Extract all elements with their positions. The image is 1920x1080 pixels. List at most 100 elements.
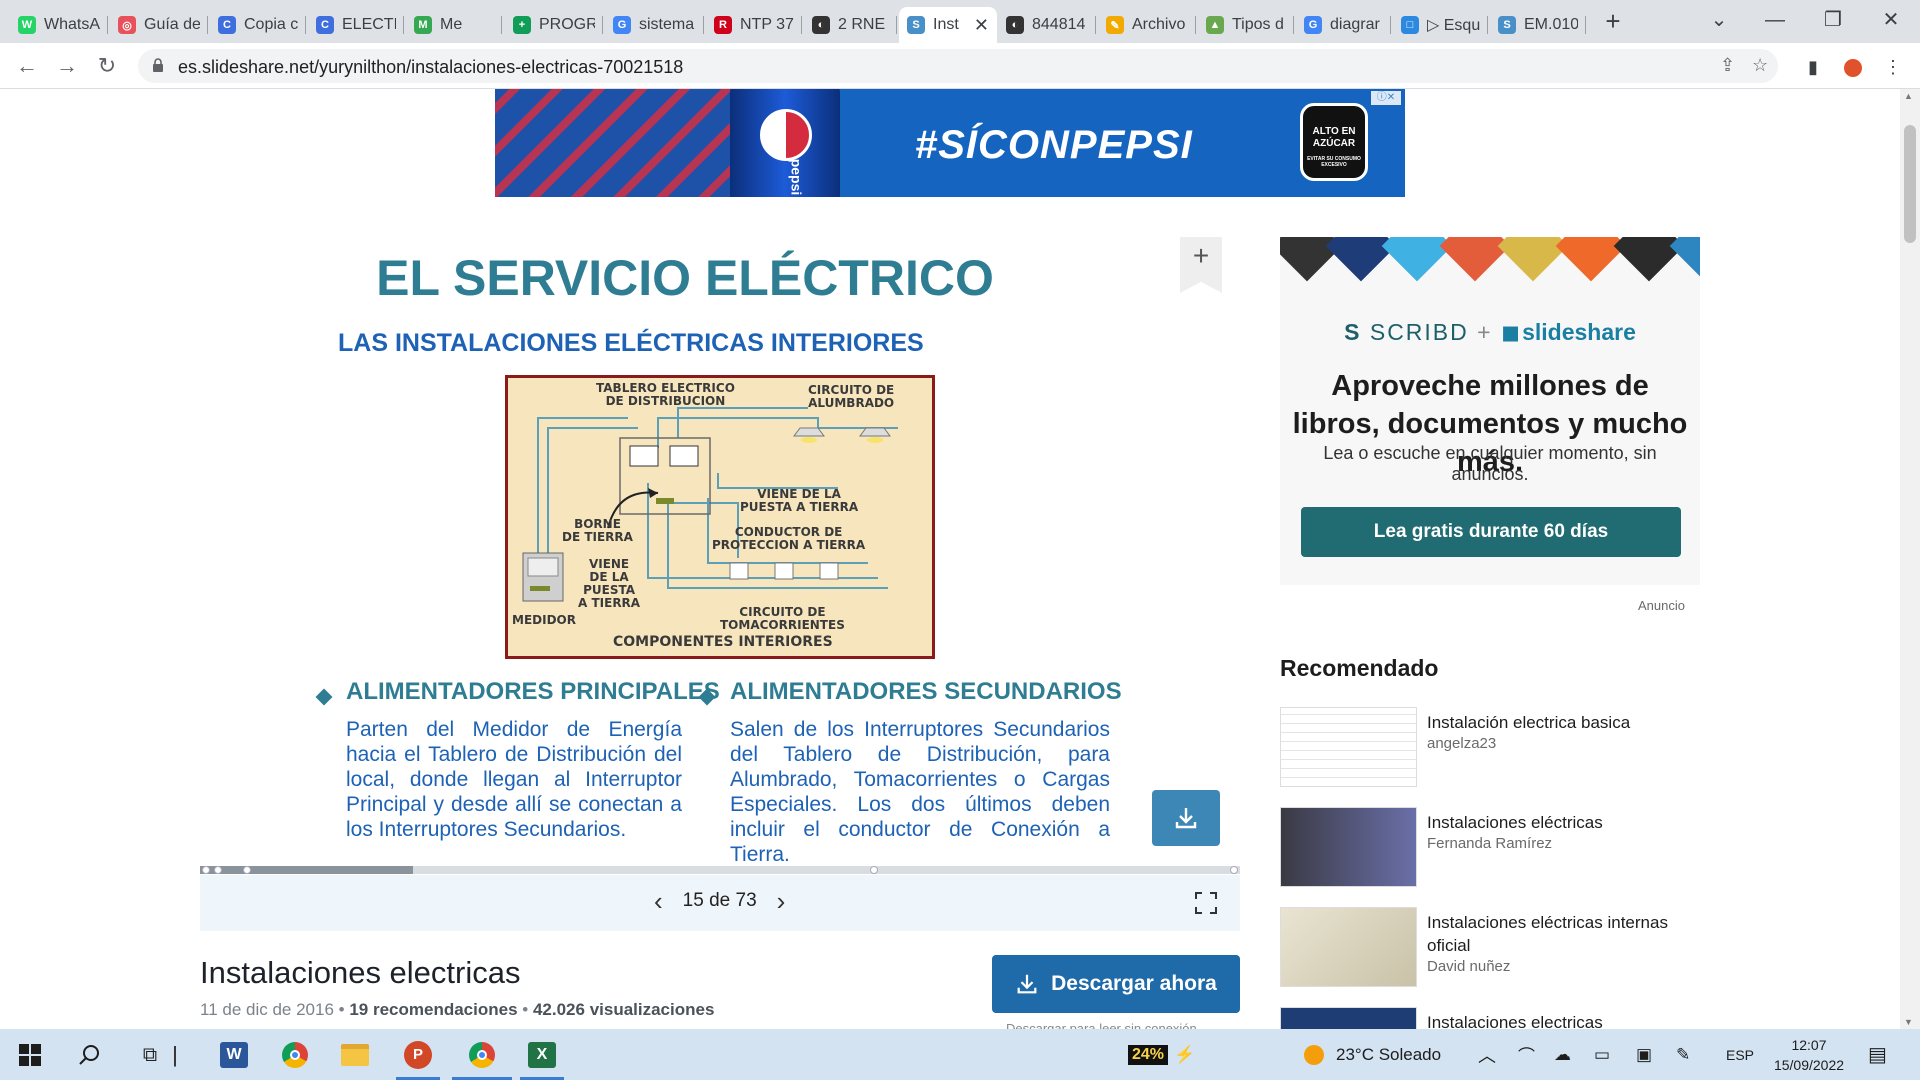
- slide-download-button[interactable]: [1152, 790, 1220, 846]
- show-hidden-icons-chevron-icon[interactable]: ︿: [1478, 1029, 1496, 1080]
- recommended-title[interactable]: Instalaciones eléctricas: [1427, 811, 1697, 834]
- slide-subtitle: LAS INSTALACIONES ELÉCTRICAS INTERIORES: [338, 329, 924, 357]
- browser-tab[interactable]: ◎ Guía de: [110, 7, 208, 43]
- ad-choices-icon[interactable]: ⓘ✕: [1371, 91, 1401, 105]
- share-icon[interactable]: ⇪: [1720, 55, 1735, 76]
- tab-favicon-icon: □: [1401, 16, 1419, 34]
- free-trial-button[interactable]: Lea gratis durante 60 días: [1301, 507, 1681, 557]
- new-tab-button[interactable]: +: [1598, 7, 1628, 37]
- address-bar[interactable]: es.slideshare.net/yurynilthon/instalacio…: [138, 49, 1778, 83]
- scrollbar-thumb[interactable]: [1904, 125, 1916, 243]
- recommended-title[interactable]: Instalaciones eléctricas internas oficia…: [1427, 911, 1697, 957]
- browser-tab[interactable]: R NTP 37: [706, 7, 802, 43]
- promo-brand: S SCRIBD + ◼slideshare: [1280, 319, 1700, 346]
- browser-tab[interactable]: M Me: [406, 7, 502, 43]
- next-page-chevron-icon[interactable]: ›: [777, 888, 786, 914]
- document-title: Instalaciones electricas: [200, 955, 521, 990]
- label-circuito-toma: CIRCUITO DE TOMACORRIENTES: [720, 605, 845, 632]
- word-app-icon[interactable]: W: [216, 1037, 252, 1073]
- notifications-icon[interactable]: ▤: [1868, 1029, 1887, 1080]
- battery-icon[interactable]: ▭: [1594, 1029, 1610, 1080]
- tab-title: NTP 37: [740, 16, 794, 33]
- forward-arrow-icon[interactable]: →: [52, 52, 82, 82]
- label-medidor: MEDIDOR: [512, 613, 576, 627]
- pen-icon[interactable]: ✎: [1676, 1029, 1690, 1080]
- browser-tab[interactable]: Gsistema: [605, 7, 704, 43]
- tab-separator: [403, 16, 404, 34]
- clock-date: 15/09/2022: [1773, 1057, 1845, 1073]
- search-icon[interactable]: [72, 1037, 108, 1073]
- page-indicator: 15 de 73: [682, 890, 757, 911]
- url-text[interactable]: es.slideshare.net/yurynilthon/instalacio…: [178, 57, 683, 78]
- recommended-item[interactable]: Instalaciones eléctricas internas oficia…: [1280, 907, 1700, 987]
- progress-marker: [202, 866, 210, 874]
- reload-icon[interactable]: ↻: [92, 52, 122, 82]
- weather-widget[interactable]: 23°C Soleado: [1304, 1029, 1441, 1080]
- excel-app-icon[interactable]: X: [524, 1037, 560, 1073]
- tab-favicon-icon: +: [513, 16, 531, 34]
- recommended-title[interactable]: Instalaciones electricas: [1427, 1011, 1697, 1029]
- browser-tab[interactable]: □ ▷ Esqu: [1393, 7, 1488, 43]
- recommended-thumbnail: [1280, 707, 1417, 787]
- windows-start-icon[interactable]: [12, 1037, 48, 1073]
- browser-tab[interactable]: ▲ Tipos d: [1198, 7, 1294, 43]
- recommended-thumbnail: [1280, 907, 1417, 987]
- system-clock[interactable]: 12:07 15/09/2022: [1772, 1035, 1846, 1075]
- back-arrow-icon[interactable]: ←: [12, 52, 42, 82]
- recommended-item[interactable]: Instalación electrica basica angelza23: [1280, 707, 1700, 787]
- chrome-app-icon[interactable]: [277, 1037, 313, 1073]
- browser-tab[interactable]: Gdiagrar: [1296, 7, 1391, 43]
- download-now-button[interactable]: Descargar ahora: [992, 955, 1240, 1013]
- chrome-active-app-icon[interactable]: [464, 1037, 500, 1073]
- page-scrollbar[interactable]: ▲ ▼: [1900, 89, 1920, 1029]
- browser-tab[interactable]: W WhatsA: [10, 7, 108, 43]
- battery-percent: 24%: [1128, 1044, 1169, 1065]
- ad-tagline: #SÍCONPEPSI: [915, 123, 1193, 167]
- tab-favicon-icon: ◎: [118, 16, 136, 34]
- tab-favicon-icon: S: [1498, 16, 1516, 34]
- tab-favicon-icon: S: [907, 16, 925, 34]
- battery-indicator[interactable]: 24% ⚡: [1128, 1029, 1195, 1080]
- tab-search-icon[interactable]: ⌄: [1694, 4, 1744, 36]
- recommended-item[interactable]: Instalaciones electricas: [1280, 1007, 1700, 1029]
- slide-progress-fill: [200, 866, 413, 874]
- restore-button[interactable]: ❐: [1808, 4, 1858, 36]
- onedrive-cloud-icon[interactable]: ☁: [1554, 1029, 1571, 1080]
- progress-marker: [1230, 866, 1238, 874]
- fullscreen-icon[interactable]: [1194, 891, 1218, 915]
- pepsi-ad-banner[interactable]: pepsi #SÍCONPEPSI ALTO EN AZÚCAR EVITAR …: [495, 89, 1405, 197]
- tab-title: Inst: [933, 16, 959, 33]
- tab-separator: [1293, 16, 1294, 34]
- prev-page-chevron-icon[interactable]: ‹: [654, 888, 663, 914]
- browser-tab[interactable]: C Copia c: [210, 7, 306, 43]
- browser-tab[interactable]: S Inst ✕: [899, 7, 997, 43]
- col1-heading: ALIMENTADORES PRINCIPALES: [346, 678, 720, 705]
- language-indicator[interactable]: ESP: [1726, 1029, 1754, 1080]
- page-content: pepsi #SÍCONPEPSI ALTO EN AZÚCAR EVITAR …: [0, 89, 1900, 1029]
- file-explorer-icon[interactable]: [337, 1037, 373, 1073]
- close-window-button[interactable]: ✕: [1866, 4, 1916, 36]
- browser-tab[interactable]: + PROGR: [505, 7, 603, 43]
- minimize-button[interactable]: —: [1750, 4, 1800, 36]
- browser-tab[interactable]: ◐ 844814: [998, 7, 1096, 43]
- scroll-up-arrow-icon[interactable]: ▲: [1904, 91, 1913, 101]
- task-view-icon[interactable]: ⧉: [132, 1037, 168, 1073]
- browser-tab[interactable]: ◐ 2 RNE I: [804, 7, 897, 43]
- menu-kebab-icon[interactable]: ⋮: [1878, 52, 1908, 82]
- browser-tab[interactable]: C ELECTR: [308, 7, 404, 43]
- profile-avatar[interactable]: [1838, 52, 1868, 82]
- browser-tab[interactable]: ✎ Archivo: [1098, 7, 1196, 43]
- scroll-down-arrow-icon[interactable]: ▼: [1904, 1017, 1913, 1027]
- bookmark-star-icon[interactable]: ☆: [1752, 55, 1768, 76]
- powerpoint-app-icon[interactable]: P: [400, 1037, 436, 1073]
- warning-text: ALTO EN AZÚCAR: [1312, 126, 1356, 149]
- meet-now-icon[interactable]: ▣: [1636, 1029, 1652, 1080]
- tab-close-icon[interactable]: ✕: [974, 15, 989, 36]
- recommended-title[interactable]: Instalación electrica basica: [1427, 711, 1697, 734]
- browser-tab[interactable]: S EM.010: [1490, 7, 1586, 43]
- side-panel-icon[interactable]: ▮: [1798, 52, 1828, 82]
- tab-separator: [107, 16, 108, 34]
- label-borne: BORNE DE TIERRA: [562, 517, 633, 544]
- network-icon[interactable]: ⌒: [1518, 1029, 1535, 1080]
- recommended-item[interactable]: Instalaciones eléctricas Fernanda Ramíre…: [1280, 807, 1700, 887]
